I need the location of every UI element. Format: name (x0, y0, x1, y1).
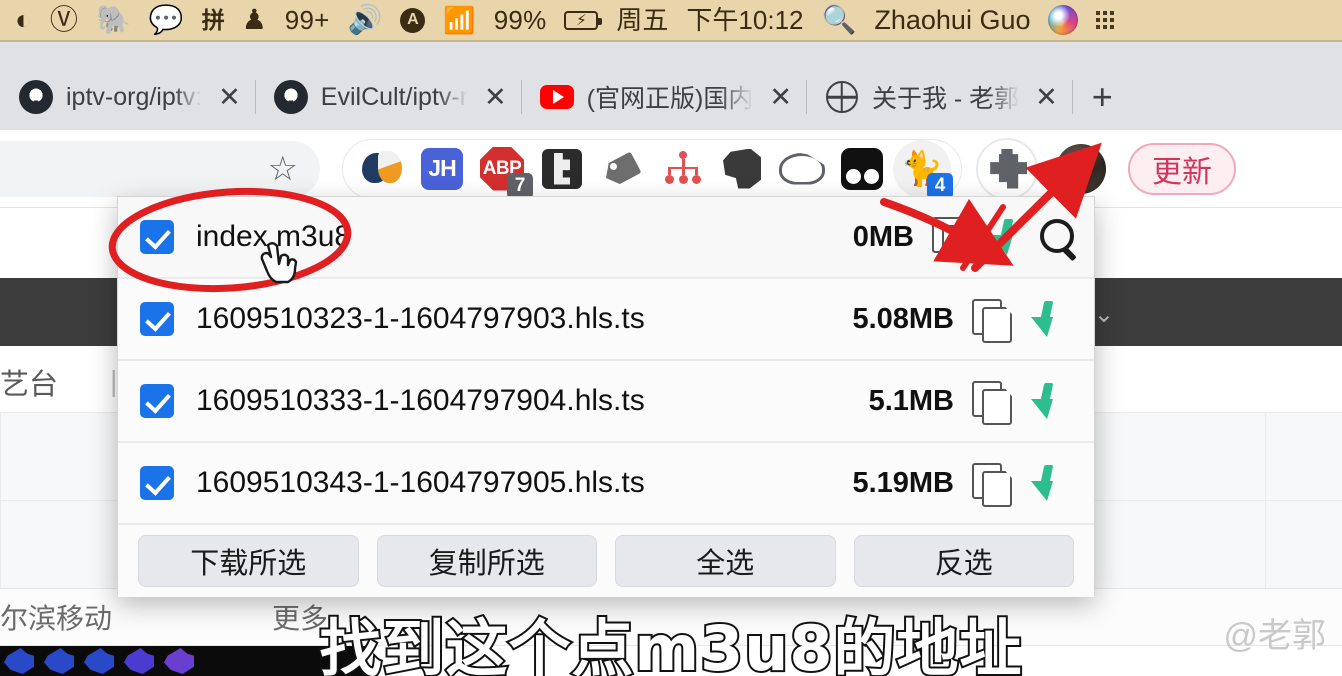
browser-tab-title: iptv-org/iptv: (66, 82, 203, 111)
tab-close-icon[interactable]: ✕ (218, 83, 241, 111)
new-tab-button[interactable]: + (1071, 64, 1133, 130)
invert-selection-button[interactable]: 反选 (853, 535, 1074, 587)
time-label: 下午10:12 (686, 5, 804, 35)
browser-tab-2[interactable]: EvilCult/iptv-r ✕ (254, 64, 521, 130)
browser-tab-3[interactable]: (官网正版)国内 ✕ (520, 64, 806, 130)
search-icon[interactable] (1038, 217, 1078, 257)
menubar-weekday[interactable]: 周五 (607, 0, 677, 41)
download-icon[interactable] (1028, 381, 1078, 421)
evernote-icon[interactable]: 🐘 (87, 0, 140, 41)
spotlight-search-icon[interactable]: 🔍 (813, 0, 866, 41)
download-selected-button[interactable]: 下载所选 (138, 535, 359, 587)
extensions-puzzle-icon[interactable] (976, 137, 1038, 200)
notification-count: 99+ (276, 0, 339, 41)
media-list-row[interactable]: 1609510323-1-1604797903.hls.ts 5.08MB (118, 279, 1094, 361)
browser-tab-4[interactable]: 关于我 - 老郭 ✕ (805, 64, 1072, 130)
user-name-label: Zhaohui Guo (874, 4, 1031, 35)
clock-icon[interactable]: ◐ (6, 0, 41, 41)
battery-percent: 99% (485, 0, 556, 41)
github-icon (18, 79, 54, 115)
battery-charging-icon[interactable]: ⚡ (555, 0, 607, 41)
media-list-row[interactable]: 1609510333-1-1604797904.hls.ts 5.1MB (118, 361, 1094, 443)
adblock-badge-count: 7 (507, 172, 533, 199)
media-filename: 1609510333-1-1604797904.hls.ts (196, 384, 645, 417)
popup-action-bar: 下载所选 复制所选 全选 反选 (118, 525, 1094, 597)
yinyang-extension-icon[interactable] (353, 140, 411, 198)
black-box-extension-icon[interactable] (833, 140, 891, 198)
tab-close-icon[interactable]: ✕ (484, 83, 507, 111)
wechat-icon[interactable]: 💬 (140, 0, 193, 41)
download-icon[interactable] (988, 217, 1038, 257)
browser-tab-title: 关于我 - 老郭 (871, 85, 1020, 113)
pinyin-input-icon[interactable]: 拼 (193, 0, 233, 41)
menubar-clock[interactable]: 下午10:12 (677, 0, 812, 41)
browser-tab-strip: iptv-org/iptv: ✕ EvilCult/iptv-r ✕ (官网正版… (0, 42, 1342, 130)
accessibility-glyph: A (400, 7, 426, 33)
row-checkbox[interactable] (140, 220, 174, 254)
media-filesize: 5.1MB (868, 384, 954, 417)
speaker-icon[interactable]: 🔊 (339, 0, 392, 41)
dark-puzzle-extension-icon[interactable] (533, 140, 591, 198)
youtube-icon (539, 79, 575, 115)
media-filesize: 0MB (852, 220, 914, 253)
profile-avatar[interactable] (1056, 143, 1106, 194)
download-icon[interactable] (1028, 299, 1078, 339)
bookmark-star-icon[interactable]: ☆ (268, 152, 298, 186)
copy-icon[interactable] (932, 217, 988, 257)
notification-count-label: 99+ (284, 5, 330, 35)
video-subtitle: 找到这个点m3u8的地址 (317, 610, 1023, 676)
download-icon[interactable] (1028, 463, 1078, 503)
media-list-row[interactable]: index.m3u8 0MB (118, 197, 1094, 279)
row-checkbox[interactable] (140, 466, 174, 500)
browser-tab-title: EvilCult/iptv-r (320, 82, 469, 111)
update-button[interactable]: 更新 (1128, 142, 1236, 195)
dropbox-icon[interactable]: ♟ (233, 0, 276, 41)
extensions-pill: JH ABP 7 🐈 4 (342, 138, 962, 199)
omnibox[interactable]: ☆ (0, 140, 320, 197)
control-center-icon[interactable] (1087, 0, 1123, 41)
sitemap-extension-icon[interactable] (653, 140, 711, 198)
browser-tab-1[interactable]: iptv-org/iptv: ✕ (0, 64, 255, 130)
jh-extension-icon[interactable]: JH (413, 140, 471, 198)
wifi-icon[interactable]: 📶 (434, 0, 484, 41)
siri-icon[interactable] (1039, 0, 1087, 41)
page-channel-label: 艺台 (0, 369, 59, 401)
cat-catcher-badge-count: 4 (927, 172, 953, 199)
media-filename: 1609510323-1-1604797903.hls.ts (196, 302, 645, 335)
accessibility-icon[interactable]: A (391, 0, 434, 41)
menubar-user[interactable]: Zhaohui Guo (865, 0, 1039, 41)
screen: ◐ Ⓥ 🐘 💬 拼 ♟ 99+ 🔊 A 📶 99% ⚡ 周五 下午10:12 🔍… (0, 0, 1342, 676)
adblock-plus-icon[interactable]: ABP 7 (473, 140, 533, 199)
select-all-button[interactable]: 全选 (615, 535, 836, 587)
github-icon (273, 79, 309, 115)
chevron-down-icon[interactable]: ⌄ (1094, 300, 1114, 329)
cat-catcher-extension-icon[interactable]: 🐈 4 (893, 139, 953, 199)
channel-watermark: @老郭 (1223, 617, 1326, 655)
tab-close-icon[interactable]: ✕ (769, 83, 792, 111)
evernote-extension-icon[interactable] (713, 140, 771, 198)
media-list-row[interactable]: 1609510343-1-1604797905.hls.ts 5.19MB (118, 443, 1094, 525)
copy-icon[interactable] (972, 381, 1028, 421)
copy-icon[interactable] (972, 463, 1028, 503)
weekday-label: 周五 (616, 5, 669, 35)
jh-extension-label: JH (421, 147, 463, 190)
globe-icon (824, 79, 860, 115)
tab-close-icon[interactable]: ✕ (1035, 83, 1058, 111)
macos-menu-bar: ◐ Ⓥ 🐘 💬 拼 ♟ 99+ 🔊 A 📶 99% ⚡ 周五 下午10:12 🔍… (0, 0, 1342, 42)
media-filename: 1609510343-1-1604797905.hls.ts (196, 466, 645, 499)
row-checkbox[interactable] (140, 384, 174, 418)
vimeo-icon[interactable]: Ⓥ (41, 0, 87, 41)
row-checkbox[interactable] (140, 302, 174, 336)
price-tag-extension-icon[interactable] (593, 140, 651, 198)
media-filesize: 5.08MB (852, 302, 954, 335)
media-filesize: 5.19MB (852, 466, 954, 499)
copy-selected-button[interactable]: 复制所选 (376, 535, 597, 587)
cloud-extension-icon[interactable] (773, 140, 831, 198)
battery-percent-label: 99% (493, 5, 547, 35)
media-filename: index.m3u8 (196, 220, 352, 253)
cat-catcher-popup: index.m3u8 0MB 1609510323-1-1604797903.h… (117, 196, 1095, 597)
copy-icon[interactable] (972, 299, 1028, 339)
browser-tab-title: (官网正版)国内 (586, 85, 754, 113)
